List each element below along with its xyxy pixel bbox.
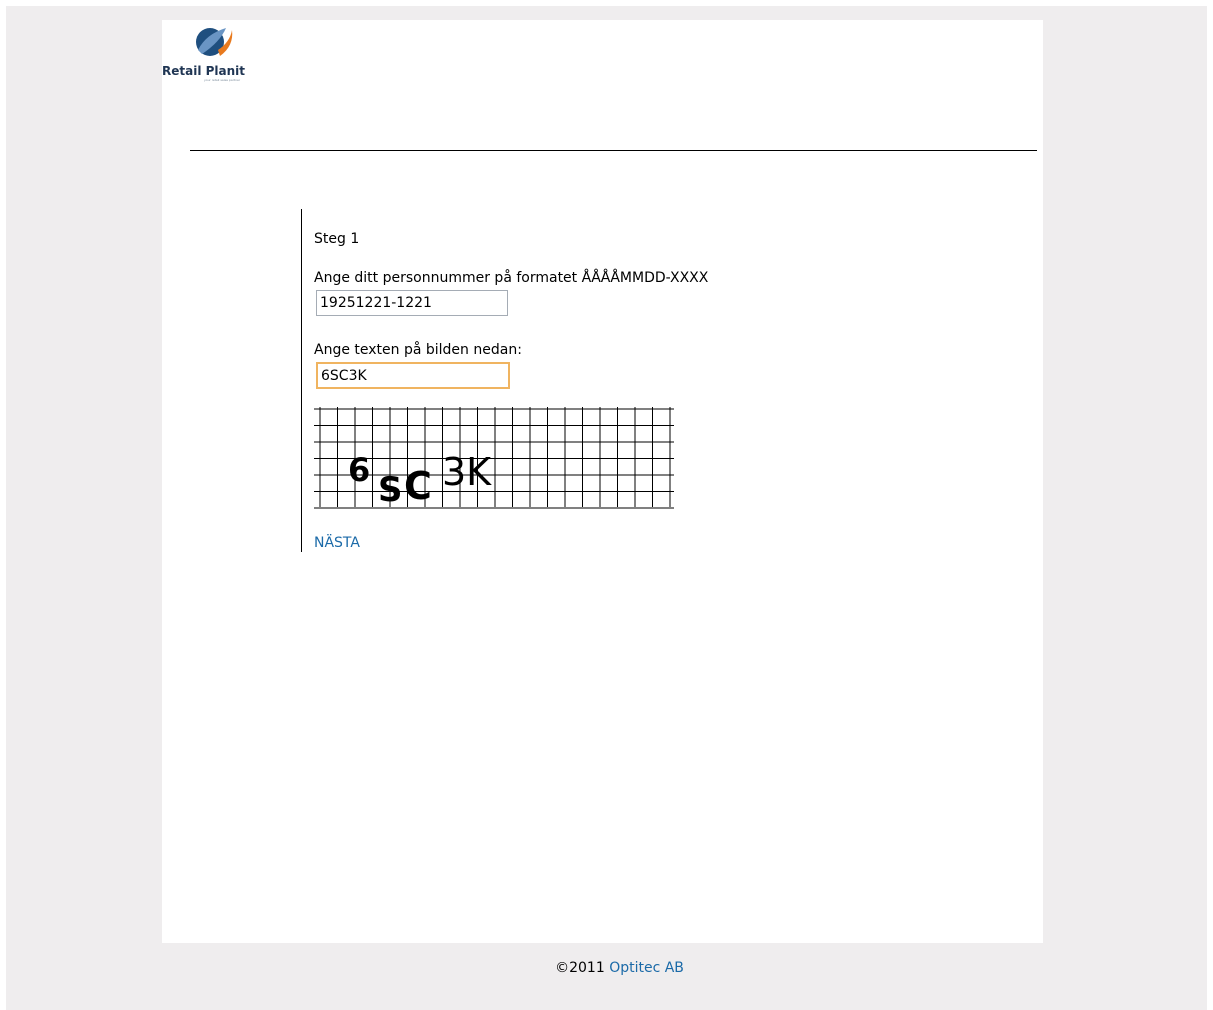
main-panel: Retail Planit your retail sales partner … bbox=[162, 20, 1043, 943]
captcha-input[interactable] bbox=[316, 362, 510, 389]
registration-form: Steg 1 Ange ditt personnummer på formate… bbox=[301, 209, 752, 552]
next-link[interactable]: NÄSTA bbox=[314, 535, 360, 551]
copyright-text: ©2011 bbox=[555, 960, 605, 976]
captcha-label: Ange texten på bilden nedan: bbox=[314, 342, 522, 358]
captcha-char-3: C bbox=[404, 464, 432, 508]
captcha-char-2: S bbox=[378, 470, 403, 510]
logo-tagline: your retail sales partner bbox=[204, 78, 241, 82]
captcha-char-1: 6 bbox=[348, 451, 370, 489]
personnummer-input[interactable] bbox=[316, 290, 508, 316]
footer: ©2011 Optitec AB bbox=[0, 960, 1213, 976]
optitec-link[interactable]: Optitec AB bbox=[609, 960, 684, 976]
personnummer-label: Ange ditt personnummer på formatet ÅÅÅÅM… bbox=[314, 270, 709, 286]
step-title: Steg 1 bbox=[314, 231, 360, 247]
retail-planit-logo: Retail Planit your retail sales partner bbox=[162, 20, 272, 82]
header-divider bbox=[190, 150, 1037, 151]
logo-text: Retail Planit bbox=[162, 64, 246, 78]
logo-globe-icon bbox=[196, 28, 233, 56]
captcha-image: 6 S C 3K bbox=[314, 407, 674, 510]
captcha-char-4: 3K bbox=[442, 450, 492, 494]
